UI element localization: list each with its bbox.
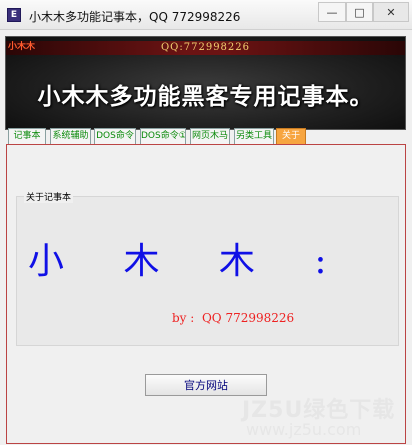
close-button[interactable]: ✕	[373, 2, 409, 22]
tab-web-trojan[interactable]: 网页木马	[190, 128, 230, 144]
tab-system-helper[interactable]: 系统辅助	[50, 128, 91, 144]
maximize-button[interactable]: □	[346, 2, 373, 22]
tab-dos-commands[interactable]: DOS命令	[94, 128, 136, 144]
tab-notepad[interactable]: 记事本	[8, 128, 46, 144]
tab-about[interactable]: 关于	[276, 128, 306, 145]
author-name: 小 木 木 :	[28, 241, 351, 282]
title-bar[interactable]: E 小木木多功能记事本，QQ 772998226 — □ ✕	[0, 0, 412, 30]
tab-other-tools[interactable]: 另类工具	[234, 128, 274, 144]
header-banner: 小木木 QQ:772998226 小木木多功能黑客专用记事本。	[5, 36, 406, 130]
author-contact: by : QQ 772998226	[172, 311, 295, 325]
watermark-url: www.jz5u.com	[246, 420, 362, 439]
tab-dos-commands-1[interactable]: DOS命令①	[140, 128, 186, 144]
minimize-button[interactable]: —	[318, 2, 346, 22]
banner-qq-text: QQ:772998226	[160, 42, 251, 53]
watermark: JZ5U绿色下载 www.jz5u.com	[238, 392, 412, 445]
groupbox-label: 关于记事本	[24, 190, 74, 203]
app-icon[interactable]: E	[7, 8, 21, 22]
window-title: 小木木多功能记事本，QQ 772998226	[29, 10, 241, 24]
banner-title: 小木木多功能黑客专用记事本。	[37, 84, 374, 110]
